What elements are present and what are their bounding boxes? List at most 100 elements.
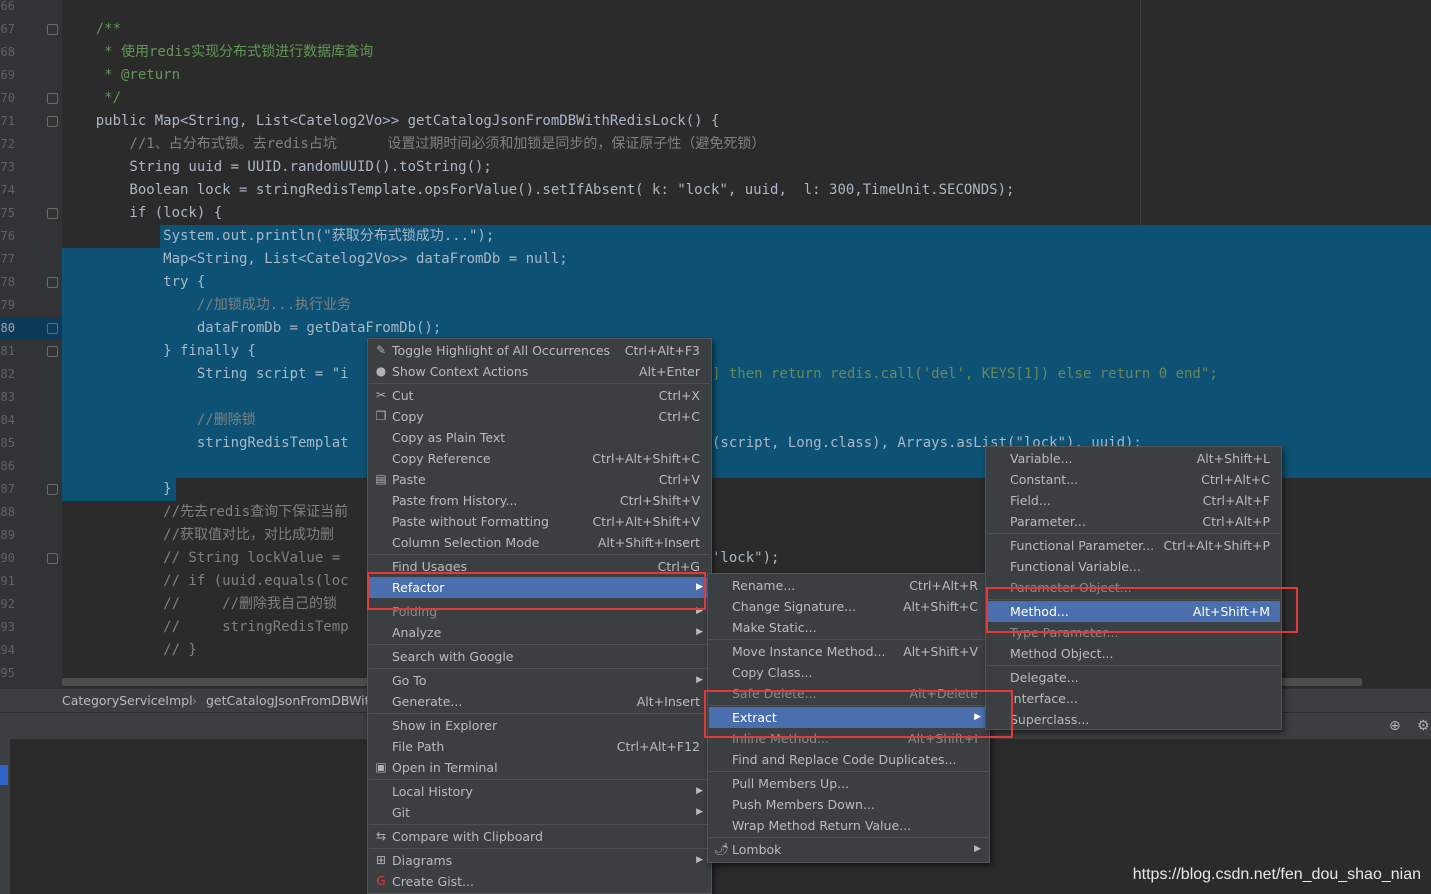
menu-item-inline-method[interactable]: Inline Method... Alt+Shift+I: [709, 728, 988, 749]
menu-item-column-selection-mode[interactable]: Column Selection Mode Alt+Shift+Insert: [369, 532, 710, 553]
fold-marker-icon[interactable]: [47, 323, 58, 334]
fold-marker-icon[interactable]: [47, 208, 58, 219]
menu-item-parameter[interactable]: Parameter... Ctrl+Alt+P: [987, 511, 1280, 532]
menu-item-functional-variable[interactable]: Functional Variable...: [987, 556, 1280, 577]
line-number[interactable]: 90: [0, 547, 15, 570]
fold-marker-icon[interactable]: [47, 553, 58, 564]
line-number[interactable]: 89: [0, 524, 15, 547]
menu-item-generate[interactable]: Generate... Alt+Insert: [369, 691, 710, 712]
line-number[interactable]: 70: [0, 87, 15, 110]
line-number[interactable]: 81: [0, 340, 15, 363]
menu-item-paste[interactable]: ▤ Paste Ctrl+V: [369, 469, 710, 490]
menu-item-cut[interactable]: ✂ Cut Ctrl+X: [369, 385, 710, 406]
menu-item-pull-members-up[interactable]: Pull Members Up...: [709, 773, 988, 794]
menu-item-copy-class[interactable]: Copy Class...: [709, 662, 988, 683]
menu-item-make-static[interactable]: Make Static...: [709, 617, 988, 638]
target-icon[interactable]: ⊕: [1389, 719, 1403, 733]
menu-item-superclass[interactable]: Superclass...: [987, 709, 1280, 730]
fold-marker-icon[interactable]: [47, 346, 58, 357]
menu-item-label: File Path: [392, 739, 445, 754]
line-number[interactable]: 78: [0, 271, 15, 294]
breadcrumb-class[interactable]: CategoryServiceImpl: [62, 693, 193, 708]
menu-item-folding[interactable]: Folding ▶: [369, 601, 710, 622]
menu-item-create-gist[interactable]: G Create Gist...: [369, 871, 710, 892]
menu-item-extract[interactable]: Extract ▶: [709, 707, 988, 728]
menu-item-parameter-object[interactable]: Parameter Object...: [987, 577, 1280, 598]
menu-item-lombok[interactable]: 🌶 Lombok ▶: [709, 839, 988, 860]
menu-item-analyze[interactable]: Analyze ▶: [369, 622, 710, 643]
menu-item-change-signature[interactable]: Change Signature... Alt+Shift+C: [709, 596, 988, 617]
menu-item-git[interactable]: Git ▶: [369, 802, 710, 823]
menu-item-find-usages[interactable]: Find Usages Ctrl+G: [369, 556, 710, 577]
line-number[interactable]: 93: [0, 616, 15, 639]
fold-marker-icon[interactable]: [47, 93, 58, 104]
line-number[interactable]: 80: [0, 317, 15, 340]
gear-icon[interactable]: ⚙: [1417, 719, 1431, 733]
line-number-gutter[interactable]: 66 67 68 69 70 71 72 73 74 75 76 77 78 79 80 81 82 83 84 85…: [0, 0, 62, 688]
line-number[interactable]: 68: [0, 41, 15, 64]
menu-item-interface[interactable]: Interface...: [987, 688, 1280, 709]
menu-item-push-members-down[interactable]: Push Members Down...: [709, 794, 988, 815]
line-number[interactable]: 88: [0, 501, 15, 524]
menu-item-local-history[interactable]: Local History ▶: [369, 781, 710, 802]
menu-item-copy-reference[interactable]: Copy Reference Ctrl+Alt+Shift+C: [369, 448, 710, 469]
fold-marker-icon[interactable]: [47, 116, 58, 127]
menu-item-method-object[interactable]: Method Object...: [987, 643, 1280, 664]
line-number[interactable]: 77: [0, 248, 15, 271]
menu-item-go-to[interactable]: Go To ▶: [369, 670, 710, 691]
menu-item-functional-parameter[interactable]: Functional Parameter... Ctrl+Alt+Shift+P: [987, 535, 1280, 556]
line-number[interactable]: 67: [0, 18, 15, 41]
menu-item-copy-as-plain-text[interactable]: Copy as Plain Text: [369, 427, 710, 448]
line-number[interactable]: 85: [0, 432, 15, 455]
menu-item-move-instance-method[interactable]: Move Instance Method... Alt+Shift+V: [709, 641, 988, 662]
line-number[interactable]: 87: [0, 478, 15, 501]
menu-item-method[interactable]: Method... Alt+Shift+M: [987, 601, 1280, 622]
menu-item-safe-delete[interactable]: Safe Delete... Alt+Delete: [709, 683, 988, 704]
line-number[interactable]: 86: [0, 455, 15, 478]
menu-item-field[interactable]: Field... Ctrl+Alt+F: [987, 490, 1280, 511]
menu-item-compare-with-clipboard[interactable]: ⇆ Compare with Clipboard: [369, 826, 710, 847]
line-number[interactable]: 75: [0, 202, 15, 225]
line-number[interactable]: 73: [0, 156, 15, 179]
menu-item-delegate[interactable]: Delegate...: [987, 667, 1280, 688]
menu-item-variable[interactable]: Variable... Alt+Shift+L: [987, 448, 1280, 469]
menu-item-type-parameter[interactable]: Type Parameter...: [987, 622, 1280, 643]
line-number[interactable]: 82: [0, 363, 15, 386]
menu-item-shortcut: Ctrl+G: [657, 559, 700, 574]
menu-item-paste-without-formatting[interactable]: Paste without Formatting Ctrl+Alt+Shift+V: [369, 511, 710, 532]
menu-item-open-in-terminal[interactable]: ▣ Open in Terminal: [369, 757, 710, 778]
line-number[interactable]: 76: [0, 225, 15, 248]
menu-item-find-and-replace-code-duplicates[interactable]: Find and Replace Code Duplicates...: [709, 749, 988, 770]
menu-item-show-in-explorer[interactable]: Show in Explorer: [369, 715, 710, 736]
line-number[interactable]: 94: [0, 639, 15, 662]
menu-item-constant[interactable]: Constant... Ctrl+Alt+C: [987, 469, 1280, 490]
line-number[interactable]: 71: [0, 110, 15, 133]
line-number[interactable]: 91: [0, 570, 15, 593]
menu-item-show-context-actions[interactable]: ● Show Context Actions Alt+Enter: [369, 361, 710, 382]
fold-marker-icon[interactable]: [47, 24, 58, 35]
menu-item-toggle-highlight-of-all-occurrences[interactable]: ✎ Toggle Highlight of All Occurrences Ctrl…: [369, 340, 710, 361]
fold-marker-icon[interactable]: [47, 484, 58, 495]
line-number[interactable]: 69: [0, 64, 15, 87]
menu-separator: [369, 848, 710, 849]
line-number[interactable]: 66: [0, 0, 15, 18]
line-number[interactable]: 83: [0, 386, 15, 409]
line-number[interactable]: 79: [0, 294, 15, 317]
menu-item-refactor[interactable]: Refactor ▶: [369, 577, 710, 598]
menu-item-paste-from-history[interactable]: Paste from History... Ctrl+Shift+V: [369, 490, 710, 511]
menu-item-diagrams[interactable]: ⊞ Diagrams ▶: [369, 850, 710, 871]
menu-item-rename[interactable]: Rename... Ctrl+Alt+R: [709, 575, 988, 596]
line-number[interactable]: 95: [0, 662, 15, 685]
extract-submenu: Variable... Alt+Shift+L Constant... Ctrl+Al…: [985, 446, 1282, 730]
line-number[interactable]: 92: [0, 593, 15, 616]
submenu-arrow-icon: ▶: [696, 855, 703, 865]
fold-marker-icon[interactable]: [47, 277, 58, 288]
line-number[interactable]: 74: [0, 179, 15, 202]
menu-item-file-path[interactable]: File Path Ctrl+Alt+F12: [369, 736, 710, 757]
line-number[interactable]: 72: [0, 133, 15, 156]
breadcrumb-method[interactable]: getCatalogJsonFromDBWith: [206, 693, 377, 708]
line-number[interactable]: 84: [0, 409, 15, 432]
menu-item-search-with-google[interactable]: Search with Google: [369, 646, 710, 667]
menu-item-copy[interactable]: ❐ Copy Ctrl+C: [369, 406, 710, 427]
menu-item-wrap-method-return-value[interactable]: Wrap Method Return Value...: [709, 815, 988, 836]
